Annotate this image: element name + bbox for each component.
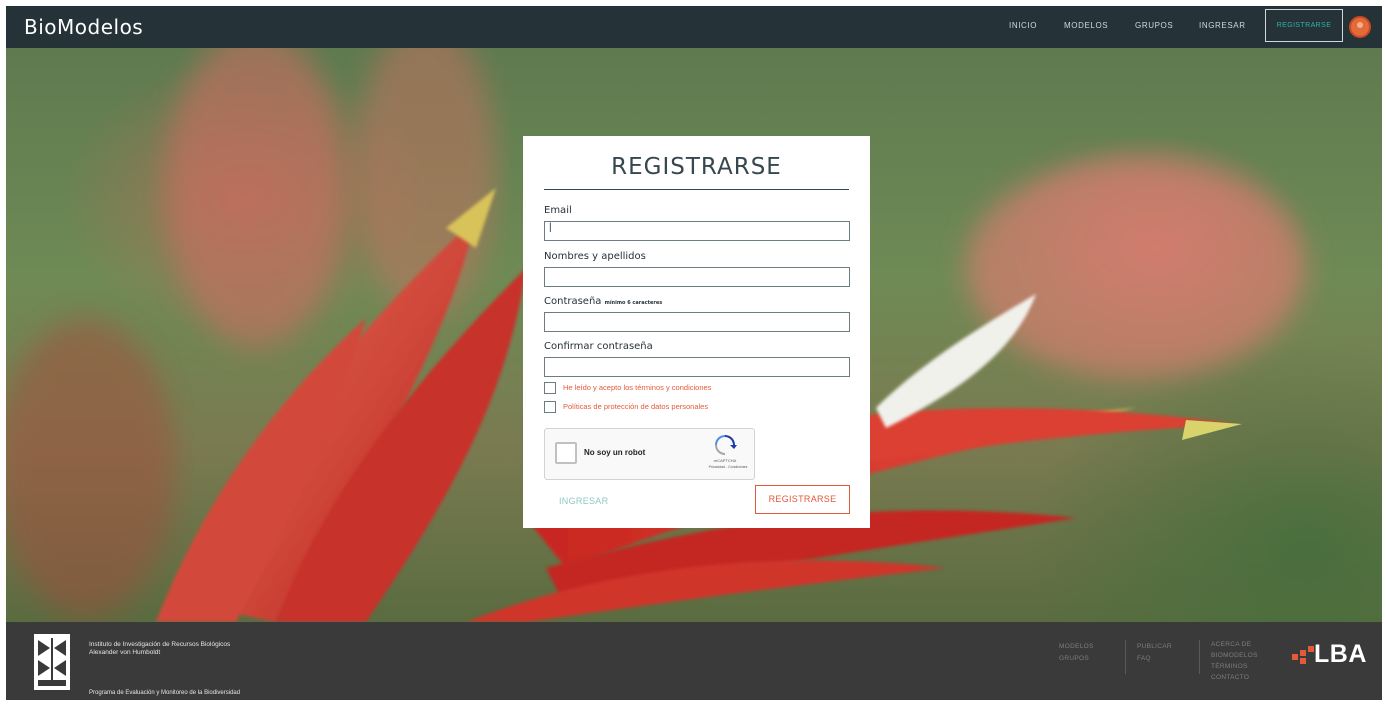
footer-link-acerca[interactable]: ACERCA DE (1211, 639, 1258, 650)
top-navigation-bar: BioModelos INICIO MODELOS GRUPOS INGRESA… (6, 6, 1382, 48)
footer: Instituto de Investigación de Recursos B… (6, 622, 1382, 700)
password-label: Contraseña mínimo 6 caracteres (544, 296, 662, 307)
recaptcha-icon (715, 435, 737, 455)
brand-logo-text[interactable]: BioModelos (24, 15, 143, 39)
password-field[interactable] (544, 312, 850, 332)
email-field-value: | (549, 222, 552, 233)
privacy-row: Políticas de protección de datos persona… (544, 401, 804, 415)
lba-logo (1292, 646, 1314, 664)
privacy-link[interactable]: Políticas de protección de datos persona… (563, 402, 708, 411)
footer-link-terminos[interactable]: TÉRMINOS (1211, 661, 1258, 672)
footer-divider (1199, 640, 1200, 674)
nav-modelos[interactable]: MODELOS (1064, 21, 1108, 30)
recaptcha-brand: reCAPTCHA (713, 458, 737, 463)
program-name: Programa de Evaluación y Monitoreo de la… (89, 690, 241, 696)
terms-checkbox[interactable] (544, 382, 556, 394)
terms-link[interactable]: He leído y acepto los términos y condici… (563, 383, 711, 392)
register-card: REGISTRARSE Email | Nombres y apellidos … (523, 136, 870, 528)
lba-logo-text[interactable]: LBA (1314, 640, 1367, 669)
footer-link-faq[interactable]: FAQ (1137, 653, 1172, 665)
recaptcha-checkbox[interactable] (555, 442, 577, 464)
recaptcha-label: No soy un robot (584, 448, 646, 457)
humboldt-logo[interactable] (34, 634, 70, 690)
footer-link-grupos[interactable]: GRUPOS (1059, 653, 1094, 665)
privacy-checkbox[interactable] (544, 401, 556, 413)
footer-column-3: ACERCA DE BIOMODELOS TÉRMINOS CONTACTO (1211, 639, 1258, 683)
footer-link-biomodelos[interactable]: BIOMODELOS (1211, 650, 1258, 661)
institute-line-2: Alexander von Humboldt (89, 649, 161, 656)
institute-line-1: Instituto de Investigación de Recursos B… (89, 641, 231, 648)
recaptcha-links[interactable]: Privacidad - Condiciones (698, 465, 758, 469)
footer-link-publicar[interactable]: PUBLICAR (1137, 641, 1172, 653)
nav-grupos[interactable]: GRUPOS (1135, 21, 1173, 30)
user-avatar-icon[interactable] (1349, 16, 1371, 38)
registrarse-submit-button[interactable]: REGISTRARSE (755, 485, 850, 514)
terms-row: He leído y acepto los términos y condici… (544, 382, 804, 396)
password-hint: mínimo 6 caracteres (604, 300, 663, 306)
nav-registrarse-button[interactable]: REGISTRARSE (1265, 9, 1343, 42)
page: BioModelos INICIO MODELOS GRUPOS INGRESA… (6, 6, 1382, 700)
confirm-password-field[interactable] (544, 357, 850, 377)
footer-column-1: MODELOS GRUPOS (1059, 641, 1094, 665)
register-title: REGISTRARSE (611, 154, 782, 180)
nombres-field[interactable] (544, 267, 850, 287)
nombres-label: Nombres y apellidos (544, 251, 646, 262)
nav-inicio[interactable]: INICIO (1009, 21, 1037, 30)
password-label-text: Contraseña (544, 296, 602, 307)
institute-name: Instituto de Investigación de Recursos B… (89, 641, 319, 657)
email-field[interactable]: | (544, 221, 850, 241)
title-divider (544, 189, 849, 190)
footer-link-modelos[interactable]: MODELOS (1059, 641, 1094, 653)
footer-link-contacto[interactable]: CONTACTO (1211, 672, 1258, 683)
email-label: Email (544, 205, 572, 216)
recaptcha-widget: No soy un robot reCAPTCHA Privacidad - C… (544, 428, 755, 480)
footer-column-2: PUBLICAR FAQ (1137, 641, 1172, 665)
nav-ingresar[interactable]: INGRESAR (1199, 21, 1246, 30)
ingresar-link[interactable]: INGRESAR (559, 496, 608, 506)
footer-divider (1125, 640, 1126, 674)
confirm-password-label: Confirmar contraseña (544, 341, 653, 352)
